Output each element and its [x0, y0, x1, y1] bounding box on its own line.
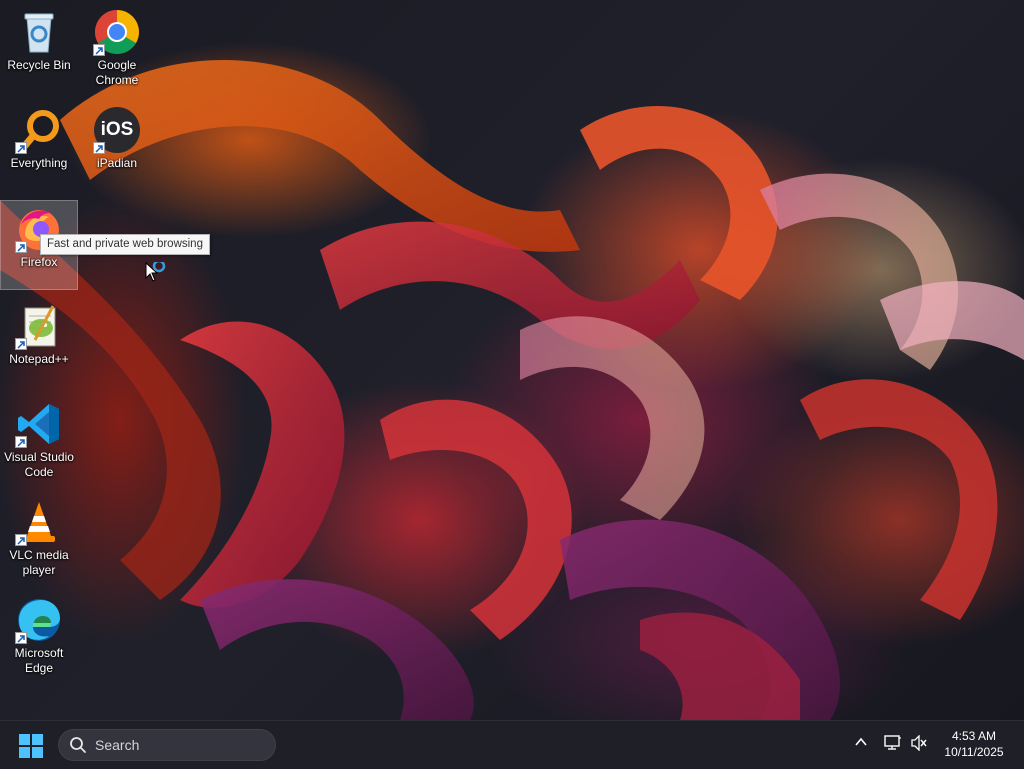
edge-icon	[15, 596, 63, 644]
desktop-wallpaper[interactable]: Recycle Bin Google Chrome Everything iOS…	[0, 0, 1024, 720]
desktop-icon-vscode[interactable]: Visual Studio Code	[0, 396, 78, 486]
volume-muted-icon[interactable]	[910, 734, 928, 756]
desktop-icon-label: iPadian	[96, 156, 138, 170]
desktop-icon-label: Microsoft Edge	[14, 646, 64, 675]
everything-search-icon	[15, 106, 63, 154]
shortcut-arrow-icon	[15, 632, 27, 644]
desktop-icon-notepad-plus-plus[interactable]: Notepad++	[0, 298, 78, 388]
desktop-icon-label: Recycle Bin	[7, 58, 71, 72]
desktop-icon-everything[interactable]: Everything	[0, 102, 78, 192]
ipadian-glyph: iOS	[100, 119, 134, 140]
shortcut-arrow-icon	[15, 338, 27, 350]
vscode-icon	[15, 400, 63, 448]
desktop-icon-vlc[interactable]: VLC media player	[0, 494, 78, 584]
shortcut-arrow-icon	[93, 44, 105, 56]
firefox-tooltip: Fast and private web browsing	[40, 234, 210, 255]
desktop-icon-edge[interactable]: Microsoft Edge	[0, 592, 78, 682]
taskbar-search-box[interactable]: Search	[58, 729, 276, 761]
taskbar: Search 4:53 AM 10/11/2025	[0, 720, 1024, 769]
desktop-icon-google-chrome[interactable]: Google Chrome	[78, 4, 156, 94]
shortcut-arrow-icon	[15, 436, 27, 448]
shortcut-arrow-icon	[93, 142, 105, 154]
recycle-bin-icon	[15, 8, 63, 56]
network-icon[interactable]	[884, 735, 902, 756]
busy-cursor-icon	[145, 259, 169, 289]
shortcut-arrow-icon	[15, 534, 27, 546]
clock-time: 4:53 AM	[951, 729, 997, 743]
shortcut-arrow-icon	[15, 241, 27, 253]
desktop-icon-ipadian[interactable]: iOS iPadian	[78, 102, 156, 192]
vlc-icon	[15, 498, 63, 546]
search-icon	[69, 736, 87, 754]
desktop-icon-label: Google Chrome	[95, 58, 139, 87]
search-placeholder: Search	[95, 737, 140, 753]
desktop-icon-label: Visual Studio Code	[4, 450, 74, 479]
chrome-icon	[93, 8, 141, 56]
desktop-icon-label: Firefox	[20, 255, 58, 269]
taskbar-clock[interactable]: 4:53 AM 10/11/2025	[930, 728, 1018, 760]
shortcut-arrow-icon	[15, 142, 27, 154]
ipadian-ios-icon: iOS	[93, 106, 141, 154]
desktop-icon-label: VLC media player	[9, 548, 69, 577]
chevron-up-icon[interactable]	[854, 735, 868, 754]
desktop-icon-label: Everything	[10, 156, 68, 170]
notepad-plus-plus-icon	[15, 302, 63, 350]
desktop-icon-recycle-bin[interactable]: Recycle Bin	[0, 4, 78, 94]
desktop-icon-label: Notepad++	[9, 352, 69, 366]
clock-date: 10/11/2025	[944, 745, 1004, 759]
windows-start-icon[interactable]	[18, 733, 44, 759]
